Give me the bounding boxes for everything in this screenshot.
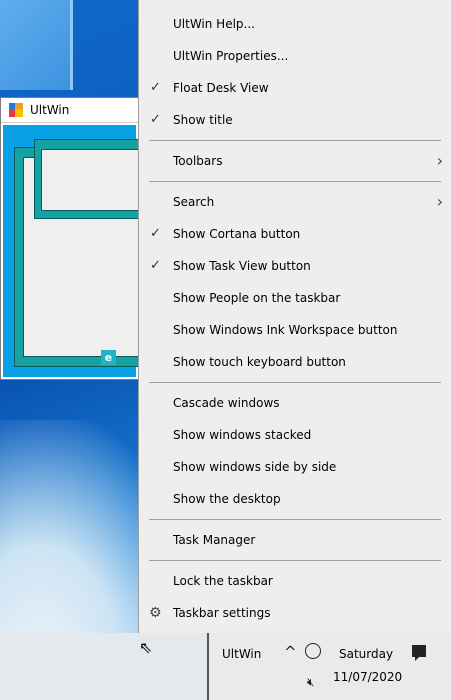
wallpaper-pane: [0, 0, 73, 90]
menu-item-show-touch-keyboard[interactable]: Show touch keyboard button: [139, 346, 451, 378]
menu-item-show-windows-stacked[interactable]: Show windows stacked: [139, 419, 451, 451]
thumbnail-window-top-content: [41, 149, 151, 211]
taskbar[interactable]: UltWin ^ 🔇︎ Saturday 11/07/2020: [207, 633, 451, 700]
menu-item-lock-taskbar[interactable]: Lock the taskbar: [139, 565, 451, 597]
menu-item-task-manager[interactable]: Task Manager: [139, 524, 451, 556]
menu-item-cascade-windows[interactable]: Cascade windows: [139, 387, 451, 419]
checkmark-icon: ✓: [150, 112, 161, 127]
menu-item-show-desktop[interactable]: Show the desktop: [139, 483, 451, 515]
menu-separator: [149, 382, 441, 383]
menu-item-ultwin-help[interactable]: UltWin Help...: [139, 8, 451, 40]
menu-item-show-ink-workspace[interactable]: Show Windows Ink Workspace button: [139, 314, 451, 346]
menu-item-float-desk-view[interactable]: ✓ Float Desk View: [139, 72, 451, 104]
speaker-muted-icon[interactable]: 🔇︎: [307, 675, 315, 690]
edge-app-icon[interactable]: e: [101, 350, 116, 365]
clock-day[interactable]: Saturday: [339, 647, 393, 661]
menu-item-search[interactable]: Search ›: [139, 186, 451, 218]
ultwin-logo-icon: [9, 103, 23, 117]
menu-separator: [149, 519, 441, 520]
menu-separator: [149, 181, 441, 182]
preview-titlebar: UltWin: [1, 98, 138, 123]
clock-date[interactable]: 11/07/2020: [333, 670, 402, 684]
show-hidden-icons-chevron-icon[interactable]: ^: [284, 643, 297, 661]
preview-desktop-thumbnail[interactable]: e: [3, 125, 151, 377]
checkmark-icon: ✓: [150, 258, 161, 273]
taskbar-context-menu: UltWin Help... UltWin Properties... ✓ Fl…: [138, 0, 451, 633]
gear-icon: ⚙: [149, 605, 162, 621]
chevron-right-icon: ›: [436, 192, 443, 211]
menu-item-show-people[interactable]: Show People on the taskbar: [139, 282, 451, 314]
preview-title: UltWin: [30, 103, 70, 117]
chevron-right-icon: ›: [436, 151, 443, 170]
menu-separator: [149, 560, 441, 561]
checkmark-icon: ✓: [150, 226, 161, 241]
menu-item-show-cortana-button[interactable]: ✓ Show Cortana button: [139, 218, 451, 250]
checkmark-icon: ✓: [150, 80, 161, 95]
menu-item-show-task-view-button[interactable]: ✓ Show Task View button: [139, 250, 451, 282]
network-globe-icon[interactable]: [305, 643, 321, 659]
menu-item-show-windows-side-by-side[interactable]: Show windows side by side: [139, 451, 451, 483]
action-center-icon[interactable]: [412, 645, 426, 661]
mouse-pointer-icon: ⇖: [139, 638, 153, 657]
menu-item-ultwin-properties[interactable]: UltWin Properties...: [139, 40, 451, 72]
menu-item-toolbars[interactable]: Toolbars ›: [139, 145, 451, 177]
ultwin-preview-window[interactable]: UltWin e: [0, 97, 151, 380]
menu-item-show-title[interactable]: ✓ Show title: [139, 104, 451, 136]
taskbar-app-ultwin[interactable]: UltWin: [222, 647, 261, 661]
menu-separator: [149, 140, 441, 141]
menu-item-taskbar-settings[interactable]: ⚙ Taskbar settings: [139, 597, 451, 629]
